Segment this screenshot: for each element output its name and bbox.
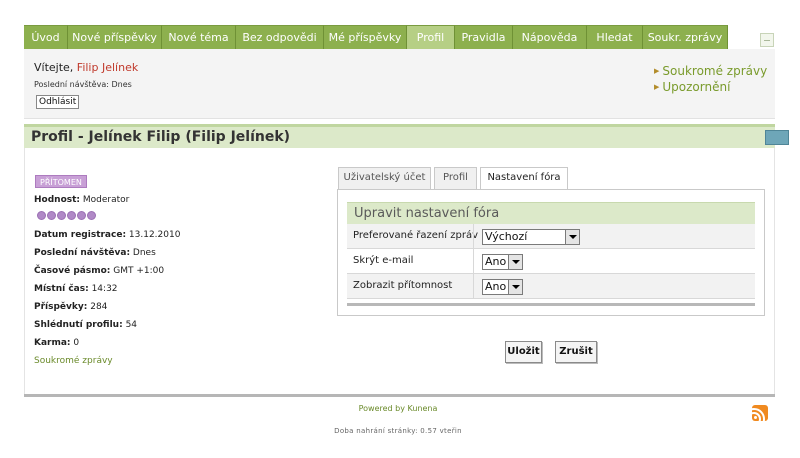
chevron-down-icon[interactable] — [508, 280, 522, 294]
info-label: Poslední návštěva: — [34, 248, 131, 258]
settings-table: Upravit nastavení fóra Preferované řazen… — [347, 202, 755, 299]
page-load-time: Doba nahrání stránky: 0.57 vteřin — [334, 427, 462, 435]
settings-rows: Preferované řazení zpráv Výchozí Skrýt e… — [347, 224, 755, 299]
rss-dot — [754, 416, 757, 419]
hide-email-select[interactable]: Ano — [482, 254, 523, 270]
rank-row: Hodnost: Moderator — [34, 195, 129, 205]
select-value: Ano — [485, 255, 507, 268]
tab-forum-settings[interactable]: Nastavení fóra — [480, 167, 568, 190]
toggle-icon[interactable] — [765, 130, 789, 145]
settings-panel: Upravit nastavení fóra Preferované řazen… — [337, 190, 765, 316]
info-row-profile-views: Shlédnutí profilu: 54 — [34, 320, 137, 330]
rank-label: Hodnost: — [34, 195, 81, 205]
profile-header: Profil - Jelínek Filip (Filip Jelínek) — [24, 124, 789, 148]
quick-link-pm-label: Soukromé zprávy — [662, 64, 768, 78]
arrow-right-icon: ▶ — [654, 83, 660, 91]
rank-star-icon — [47, 211, 56, 220]
quick-link-pm[interactable]: ▶ Soukromé zprávy — [654, 63, 767, 79]
settings-row-show-presence: Zobrazit přítomnost Ano — [347, 274, 755, 299]
rank-value: Moderator — [82, 195, 130, 205]
info-value: 13.12.2010 — [128, 230, 181, 240]
welcome-box: Vítejte, Filip Jelínek Poslední návštěva… — [24, 49, 775, 119]
nav-tab-uvod[interactable]: Úvod — [24, 25, 68, 49]
powered-by-link[interactable]: Powered by Kunena — [0, 404, 796, 413]
rank-stars — [37, 211, 96, 220]
last-visit: Poslední návštěva: Dnes — [34, 80, 132, 89]
info-value: 54 — [125, 320, 138, 330]
info-row-posts: Příspěvky: 284 — [34, 302, 107, 312]
nav-tab-my-posts[interactable]: Mé příspěvky — [324, 25, 407, 49]
info-value: GMT +1:00 — [113, 266, 165, 276]
settings-label: Skrýt e-mail — [353, 255, 414, 266]
content-divider — [24, 394, 775, 397]
settings-label: Preferované řazení zpráv — [353, 230, 478, 241]
show-presence-select[interactable]: Ano — [482, 279, 523, 295]
nav-tab-private-messages[interactable]: Soukr. zprávy — [643, 25, 728, 49]
chevron-down-icon[interactable] — [565, 230, 579, 244]
nav-tab-help[interactable]: Nápověda — [513, 25, 587, 49]
collapse-icon[interactable] — [760, 33, 774, 47]
info-value: 0 — [73, 338, 80, 348]
column-divider — [473, 249, 474, 274]
rss-icon[interactable] — [752, 405, 768, 421]
welcome-username[interactable]: Filip Jelínek — [77, 61, 138, 74]
nav-tab-new-posts[interactable]: Nové příspěvky — [68, 25, 162, 49]
select-value: Výchozí — [485, 230, 528, 243]
info-value: 14:32 — [91, 284, 118, 294]
info-label: Karma: — [34, 338, 71, 348]
rank-star-icon — [57, 211, 66, 220]
quick-link-notifications[interactable]: ▶ Upozornění — [654, 79, 767, 95]
rank-star-icon — [37, 211, 46, 220]
info-value: 284 — [90, 302, 108, 312]
info-value: Dnes — [132, 248, 156, 258]
info-row-timezone: Časové pásmo: GMT +1:00 — [34, 266, 164, 276]
status-badge: PŘÍTOMEN — [35, 175, 87, 188]
settings-title: Upravit nastavení fóra — [347, 202, 755, 224]
column-divider — [473, 274, 474, 299]
info-label: Příspěvky: — [34, 302, 88, 312]
panel-divider — [347, 303, 755, 306]
rank-star-icon — [77, 211, 86, 220]
select-value: Ano — [485, 280, 507, 293]
info-label: Časové pásmo: — [34, 266, 111, 276]
rank-star-icon — [67, 211, 76, 220]
page-title: Profil - Jelínek Filip (Filip Jelínek) — [31, 129, 291, 145]
nav-tab-profile[interactable]: Profil — [407, 25, 455, 49]
sort-order-select[interactable]: Výchozí — [482, 229, 580, 245]
info-row-local-time: Místní čas: 14:32 — [34, 284, 118, 294]
column-divider — [473, 224, 474, 249]
rank-star-icon — [87, 211, 96, 220]
logout-button[interactable]: Odhlásit — [36, 95, 80, 109]
nav-tab-rules[interactable]: Pravidla — [455, 25, 513, 49]
info-label: Shlédnutí profilu: — [34, 320, 123, 330]
nav-tab-search[interactable]: Hledat — [587, 25, 643, 49]
info-label: Datum registrace: — [34, 230, 127, 240]
settings-row-sort: Preferované řazení zpráv Výchozí — [347, 224, 755, 249]
arrow-right-icon: ▶ — [654, 67, 660, 75]
tab-profile[interactable]: Profil — [434, 167, 477, 189]
private-messages-link[interactable]: Soukromé zprávy — [34, 356, 113, 366]
welcome-greeting: Vítejte, — [34, 61, 77, 74]
nav-tab-new-topic[interactable]: Nové téma — [162, 25, 236, 49]
info-row-last-visit: Poslední návštěva: Dnes — [34, 248, 156, 258]
info-label: Místní čas: — [34, 284, 89, 294]
main-nav: Úvod Nové příspěvky Nové téma Bez odpově… — [24, 25, 728, 49]
chevron-down-icon[interactable] — [508, 255, 522, 269]
welcome-text: Vítejte, Filip Jelínek — [34, 61, 138, 74]
save-button[interactable]: Uložit — [505, 341, 542, 363]
nav-tab-no-reply[interactable]: Bez odpovědi — [236, 25, 324, 49]
tab-user-account[interactable]: Uživatelský účet — [338, 167, 431, 189]
info-row-registration: Datum registrace: 13.12.2010 — [34, 230, 180, 240]
quick-link-notifications-label: Upozornění — [662, 80, 731, 94]
settings-label: Zobrazit přítomnost — [353, 280, 453, 291]
info-row-karma: Karma: 0 — [34, 338, 79, 348]
settings-row-hide-email: Skrýt e-mail Ano — [347, 249, 755, 274]
quick-links: ▶ Soukromé zprávy ▶ Upozornění — [654, 63, 767, 95]
cancel-button[interactable]: Zrušit — [555, 341, 597, 363]
